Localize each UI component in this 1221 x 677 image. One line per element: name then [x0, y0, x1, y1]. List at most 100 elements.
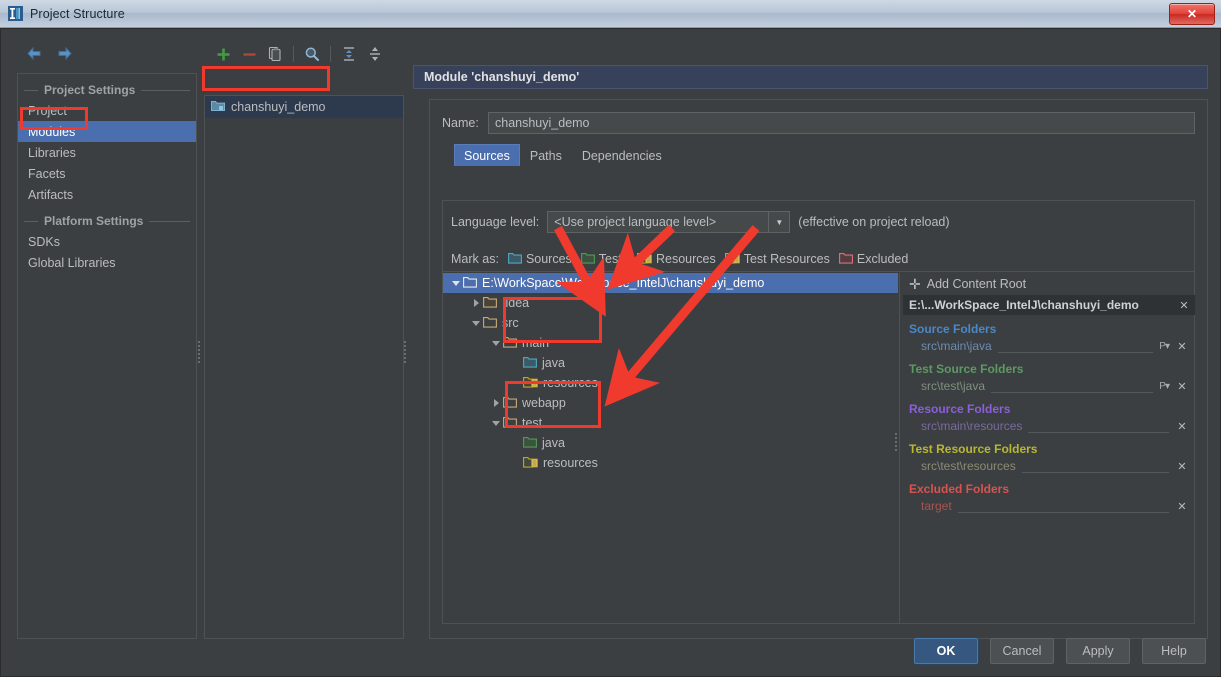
tree-item-label: E:\WorkSpace\WorkSpace_IntelJ\chanshuyi_… [482, 276, 765, 290]
tree-splitter[interactable] [895, 431, 900, 457]
module-tabs: Sources Paths Dependencies [454, 144, 1207, 166]
list-item[interactable]: src\main\java P▾ ✕ [903, 337, 1195, 355]
sidebar-group-title: Project Settings [44, 83, 136, 97]
remove-content-root-button[interactable]: ✕ [1177, 298, 1191, 312]
table-row[interactable]: main [443, 333, 898, 353]
remove-folder-button[interactable]: ✕ [1175, 339, 1189, 353]
test-resource-folders-title: Test Resource Folders [909, 442, 1038, 456]
search-icon[interactable] [301, 43, 323, 65]
test-source-folders-title: Test Source Folders [909, 362, 1024, 376]
table-row[interactable]: E:\WorkSpace\WorkSpace_IntelJ\chanshuyi_… [443, 273, 898, 293]
collapse-all-icon[interactable] [364, 43, 386, 65]
sidebar-item-label: Modules [28, 124, 76, 139]
button-label: Help [1161, 644, 1187, 658]
package-prefix-button[interactable]: P▾ [1159, 341, 1170, 352]
copy-icon[interactable] [264, 43, 286, 65]
sidebar-item-label: SDKs [28, 234, 60, 249]
remove-folder-button[interactable]: ✕ [1175, 419, 1189, 433]
chevron-down-icon[interactable] [489, 340, 503, 346]
folder-path: target [921, 499, 952, 513]
mark-as-test-resources-button[interactable]: Test Resources [724, 252, 830, 267]
chevron-right-icon[interactable] [489, 399, 503, 407]
remove-folder-button[interactable]: ✕ [1175, 499, 1189, 513]
excluded-folders-title: Excluded Folders [909, 482, 1010, 496]
list-item[interactable]: src\test\java P▾ ✕ [903, 377, 1195, 395]
ok-button[interactable]: OK [914, 638, 978, 664]
mark-as-label-excluded: Excluded [856, 252, 909, 266]
tab-paths[interactable]: Paths [520, 144, 572, 166]
folder-path: src\main\java [921, 339, 992, 353]
remove-folder-button[interactable]: ✕ [1175, 379, 1189, 393]
expand-all-icon[interactable] [338, 43, 360, 65]
sidebar-item-label: Project [28, 103, 67, 118]
sidebar-item-facets[interactable]: Facets [18, 163, 196, 184]
tree-item-label: webapp [522, 396, 566, 410]
chevron-down-icon[interactable] [449, 280, 463, 286]
language-level-value: <Use project language level> [554, 215, 717, 229]
sidebar-item-artifacts[interactable]: Artifacts [18, 184, 196, 205]
sidebar-item-libraries[interactable]: Libraries [18, 142, 196, 163]
tab-sources[interactable]: Sources [454, 144, 520, 166]
package-prefix-button[interactable]: P▾ [1159, 381, 1170, 392]
mark-as-excluded-button[interactable]: Excluded [838, 252, 909, 267]
table-row[interactable]: test [443, 413, 898, 433]
module-detail-panel: Module 'chanshuyi_demo' Name: Sources Pa… [413, 65, 1208, 639]
source-folders-title: Source Folders [909, 322, 997, 336]
window-title-bar: Project Structure ✕ [0, 0, 1221, 28]
table-row[interactable]: webapp [443, 393, 898, 413]
list-item[interactable]: target ✕ [903, 497, 1195, 515]
close-button[interactable]: ✕ [1169, 2, 1215, 25]
cancel-button[interactable]: Cancel [990, 638, 1054, 664]
sidebar-group-project-settings: Project Settings [18, 80, 196, 100]
mark-as-label-sources: Sources [525, 252, 572, 266]
sources-tab-panel: Language level: <Use project language le… [442, 200, 1195, 624]
add-content-root-label: Add Content Root [926, 277, 1027, 291]
apply-button[interactable]: Apply [1066, 638, 1130, 664]
sidebar-group-platform-settings: Platform Settings [18, 211, 196, 231]
folder-icon [503, 416, 517, 431]
arrow-right-icon[interactable] [55, 44, 73, 62]
sidebar-group-title: Platform Settings [44, 214, 144, 228]
sidebar-item-sdks[interactable]: SDKs [18, 231, 196, 252]
mark-as-resources-button[interactable]: Resources [637, 252, 716, 267]
folder-icon [463, 276, 477, 291]
tab-dependencies[interactable]: Dependencies [572, 144, 672, 166]
dialog-button-bar: OK Cancel Apply Help [914, 638, 1206, 664]
add-content-root-button[interactable]: ✛ Add Content Root [903, 273, 1195, 295]
list-item[interactable]: src\main\resources ✕ [903, 417, 1195, 435]
tree-item-label: .idea [502, 296, 530, 310]
plus-icon[interactable] [212, 43, 234, 65]
sidebar-item-global-libraries[interactable]: Global Libraries [18, 252, 196, 273]
remove-folder-button[interactable]: ✕ [1175, 459, 1189, 473]
chevron-right-icon[interactable] [469, 299, 483, 307]
sidebar-item-modules[interactable]: Modules [18, 121, 196, 142]
table-row[interactable]: resources [443, 453, 898, 473]
module-list-item[interactable]: chanshuyi_demo [205, 96, 403, 118]
help-button[interactable]: Help [1142, 638, 1206, 664]
sidebar-item-project[interactable]: Project [18, 100, 196, 121]
folder-excluded-icon [838, 252, 853, 267]
folder-tests-icon [523, 436, 537, 451]
table-row[interactable]: java [443, 433, 898, 453]
table-row[interactable]: src [443, 313, 898, 333]
arrow-left-icon[interactable] [25, 44, 43, 62]
table-row[interactable]: resources [443, 373, 898, 393]
folder-test-resources-icon [724, 252, 740, 267]
sidebar-splitter[interactable] [198, 339, 203, 369]
mark-as-tests-button[interactable]: Tests [580, 252, 628, 267]
folder-icon [503, 336, 517, 351]
table-row[interactable]: java [443, 353, 898, 373]
chevron-down-icon[interactable]: ▼ [768, 212, 789, 232]
folder-sources-icon [507, 252, 522, 267]
minus-icon[interactable] [238, 43, 260, 65]
language-level-select[interactable]: <Use project language level> ▼ [547, 211, 791, 233]
chevron-down-icon[interactable] [489, 420, 503, 426]
module-name-label: Name: [442, 116, 479, 130]
chevron-down-icon[interactable] [469, 320, 483, 326]
module-list-splitter[interactable] [404, 339, 409, 369]
module-name-input[interactable] [488, 112, 1195, 134]
content-root-path: E:\...WorkSpace_IntelJ\chanshuyi_demo [909, 298, 1139, 312]
list-item[interactable]: src\test\resources ✕ [903, 457, 1195, 475]
table-row[interactable]: .idea [443, 293, 898, 313]
mark-as-sources-button[interactable]: Sources [507, 252, 572, 267]
